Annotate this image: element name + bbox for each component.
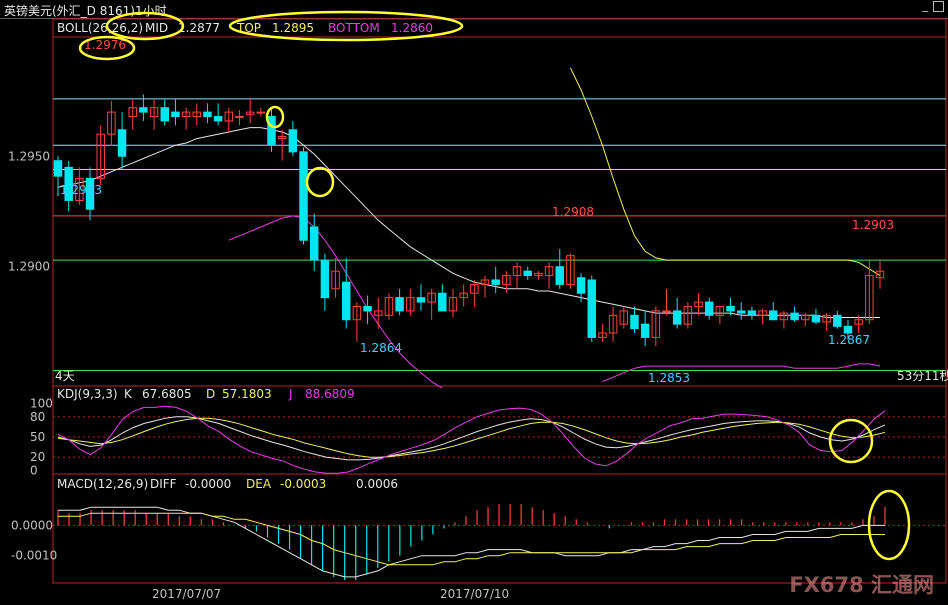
kdj-j-value: 88.6809 [305, 387, 355, 401]
boll-bottom-value: 1.2860 [391, 21, 433, 35]
macd-axis-tick: 0.0000 [11, 518, 53, 532]
annotation-low-1: 1.2923 [60, 183, 102, 197]
annotation-low-3: 1.2853 [648, 371, 690, 385]
candle-body [555, 266, 564, 285]
macd-indicator-label: MACD(12,26,9) [57, 477, 148, 491]
candle-body [299, 151, 308, 241]
highlight-circle-drop [305, 166, 335, 198]
boll-mid-line [57, 127, 880, 318]
watermark-logo: FX678 汇通网 [789, 573, 934, 597]
candle-body [769, 310, 778, 321]
x-axis-date-2: 2017/07/10 [440, 587, 509, 601]
kdj-d-line [57, 417, 886, 458]
candle-body [833, 314, 842, 327]
boll-top-value: 1.2895 [272, 21, 314, 35]
macd-lines [58, 506, 885, 578]
candle-body [491, 279, 500, 285]
macd-diff-label: DIFF [150, 477, 177, 491]
candle-body [587, 279, 597, 338]
macd-dea-label: DEA [246, 477, 272, 491]
candle-body [117, 129, 127, 157]
boll-mid-value: 1.2877 [178, 21, 220, 35]
candle-body [160, 107, 169, 122]
macd-dea-line [58, 512, 885, 566]
annotation-low-4: 1.2867 [828, 333, 870, 347]
price-panel-frame [52, 18, 947, 387]
kdj-j-line [57, 405, 886, 474]
kdj-axis-tick: 100 [30, 396, 53, 410]
candle-body [235, 116, 244, 119]
kdj-axis-tick: 0 [30, 464, 38, 478]
bollinger-bands [57, 67, 881, 389]
kdj-axis-tick: 20 [30, 450, 45, 464]
candle-body [213, 116, 223, 122]
candle-body [790, 312, 799, 321]
annotation-high-2: 1.2908 [552, 205, 594, 219]
kdj-j-label: J [288, 387, 293, 401]
candle-body [736, 310, 746, 314]
candle-body [309, 226, 319, 261]
y-axis-labels: 1.2950 1.2900 10080 50 200 0.0000 -0.0010 [8, 149, 57, 562]
boll-indicator-label: BOLL(26,26,2) [57, 21, 143, 35]
candle-body [363, 305, 372, 312]
countdown-label: 53分11秒 [897, 369, 948, 383]
candlesticks [53, 94, 885, 347]
candle-body [662, 310, 671, 313]
candle-body [747, 310, 757, 316]
chart-canvas: 1.2950 1.2900 10080 50 200 0.0000 -0.0010 BOLL… [8, 10, 948, 601]
panel-frames [52, 18, 947, 584]
candle-body [672, 310, 682, 325]
boll-bottom-label: BOTTOM [328, 21, 380, 35]
kdj-lines [53, 405, 946, 474]
kdj-indicator-label: KDJ(9,3,3) [57, 387, 118, 401]
kdj-axis-tick: 80 [30, 410, 45, 424]
kdj-d-value: 57.1803 [222, 387, 272, 401]
kdj-k-label: K [124, 387, 133, 401]
highlight-circle-kdj [828, 418, 874, 464]
candle-body [53, 160, 63, 177]
candle-body [320, 259, 330, 299]
candle-body [640, 323, 650, 338]
candle-body [171, 111, 180, 118]
candle-body [523, 270, 532, 277]
macd-axis-tick: -0.0010 [11, 549, 57, 563]
candle-body [139, 107, 148, 113]
candle-body [203, 111, 212, 118]
candle-body [288, 129, 298, 153]
boll-bottom-line [228, 215, 881, 389]
price-axis-tick: 1.2950 [8, 149, 50, 163]
macd-dea-value: -0.0003 [280, 477, 326, 491]
candle-body [438, 292, 447, 312]
macd-histogram-value: 0.0006 [356, 477, 398, 491]
kdj-d-label: D [206, 387, 215, 401]
x-axis-date-1: 2017/07/07 [152, 587, 221, 601]
candle-body [843, 325, 853, 334]
macd-diff-line [58, 506, 885, 578]
price-axis-tick: 1.2900 [8, 260, 50, 274]
annotation-low-2: 1.2864 [360, 341, 402, 355]
candle-body [256, 111, 266, 114]
candle-body [726, 305, 735, 312]
candle-body [576, 277, 586, 294]
range-label: 4天 [55, 369, 75, 383]
candle-body [395, 297, 404, 312]
candle-body [416, 297, 426, 303]
candle-body [811, 314, 821, 323]
boll-mid-label: MID [145, 21, 168, 35]
macd-diff-value: -0.0000 [185, 477, 231, 491]
kdj-k-value: 67.6805 [142, 387, 192, 401]
candle-body [704, 301, 714, 316]
kdj-axis-tick: 50 [30, 430, 45, 444]
annotation-high-3: 1.2903 [852, 218, 894, 232]
price-levels [53, 98, 946, 372]
candle-body [341, 281, 351, 321]
candle-body [630, 314, 639, 330]
